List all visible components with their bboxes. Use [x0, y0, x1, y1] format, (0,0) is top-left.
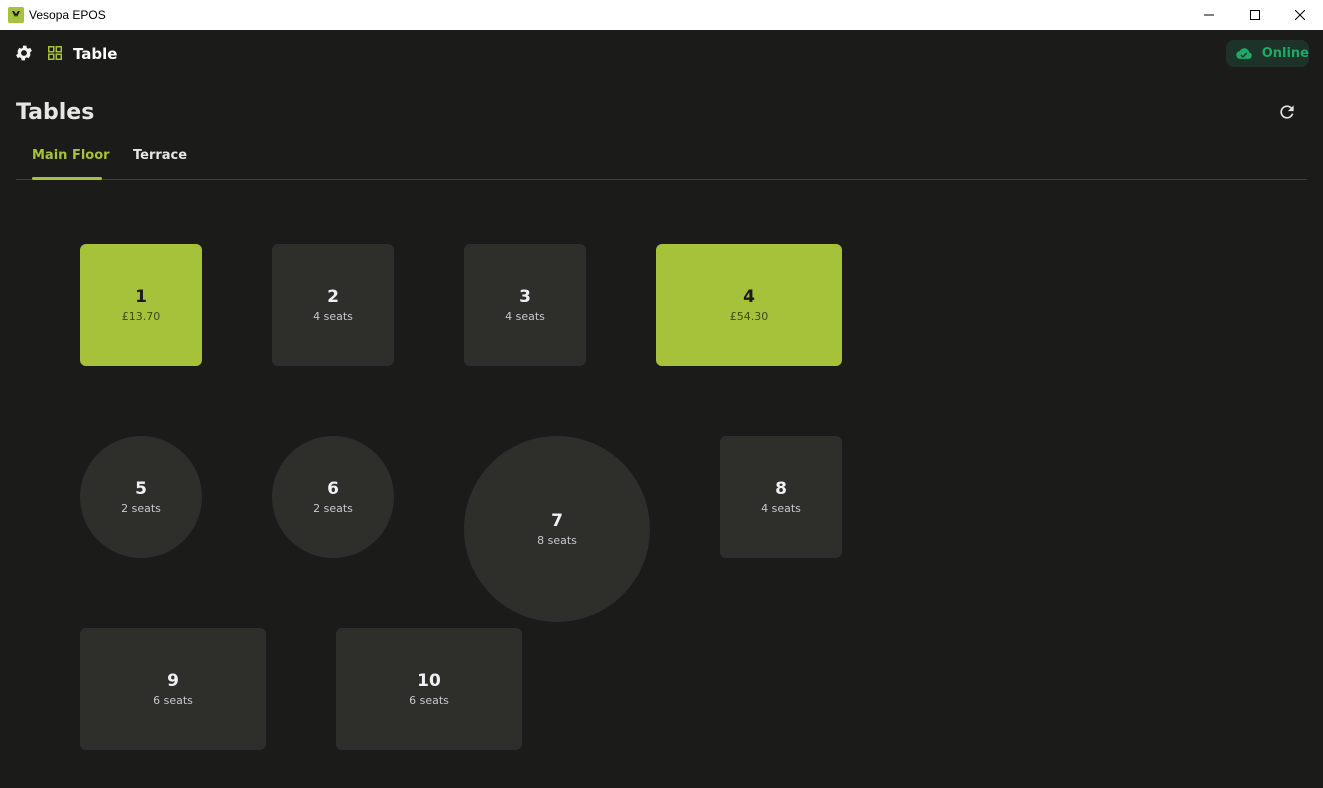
tab-main-floor[interactable]: Main Floor	[32, 148, 110, 163]
table-number: 3	[519, 287, 531, 307]
tab-terrace[interactable]: Terrace	[133, 148, 187, 163]
table-total: £13.70	[121, 310, 161, 323]
window-titlebar: Vesopa EPOS	[0, 0, 1323, 30]
minimize-icon[interactable]	[1186, 0, 1232, 30]
online-status-text: Online	[1261, 46, 1309, 61]
table-number: 6	[327, 479, 339, 499]
table-number: 10	[417, 671, 441, 691]
floor-tabs: Main Floor Terrace	[16, 142, 1307, 180]
table-5[interactable]: 5 2 seats	[80, 436, 202, 558]
table-seats: 6 seats	[153, 694, 193, 707]
online-status-badge: Online	[1226, 40, 1309, 67]
active-tab-indicator	[32, 177, 102, 180]
table-number: 5	[135, 479, 147, 499]
table-number: 1	[135, 287, 147, 307]
table-total: £54.30	[729, 310, 769, 323]
refresh-icon[interactable]	[1277, 102, 1297, 122]
app-header: Table Online	[0, 30, 1323, 78]
table-seats: 4 seats	[761, 502, 801, 515]
table-3[interactable]: 3 4 seats	[464, 244, 586, 366]
table-2[interactable]: 2 4 seats	[272, 244, 394, 366]
table-number: 8	[775, 479, 787, 499]
table-number: 4	[743, 287, 755, 307]
table-seats: 4 seats	[505, 310, 545, 323]
table-4[interactable]: 4 £54.30	[656, 244, 842, 366]
table-8[interactable]: 8 4 seats	[720, 436, 842, 558]
table-10[interactable]: 10 6 seats	[336, 628, 522, 750]
table-6[interactable]: 6 2 seats	[272, 436, 394, 558]
table-7[interactable]: 7 8 seats	[464, 436, 650, 622]
grid-icon	[48, 45, 62, 60]
table-seats: 8 seats	[537, 534, 577, 547]
app-logo-icon	[8, 7, 24, 23]
table-9[interactable]: 9 6 seats	[80, 628, 266, 750]
maximize-icon[interactable]	[1232, 0, 1278, 30]
gear-icon[interactable]	[14, 43, 34, 63]
table-seats: 2 seats	[121, 502, 161, 515]
table-number: 7	[551, 511, 563, 531]
table-seats: 4 seats	[313, 310, 353, 323]
window-title: Vesopa EPOS	[29, 8, 106, 22]
table-seats: 6 seats	[409, 694, 449, 707]
close-icon[interactable]	[1277, 0, 1323, 30]
table-seats: 2 seats	[313, 502, 353, 515]
table-number: 9	[167, 671, 179, 691]
table-number: 2	[327, 287, 339, 307]
table-1[interactable]: 1 £13.70	[80, 244, 202, 366]
cloud-check-icon	[1236, 47, 1252, 59]
page-title: Tables	[16, 100, 95, 125]
header-title: Table	[73, 45, 118, 63]
